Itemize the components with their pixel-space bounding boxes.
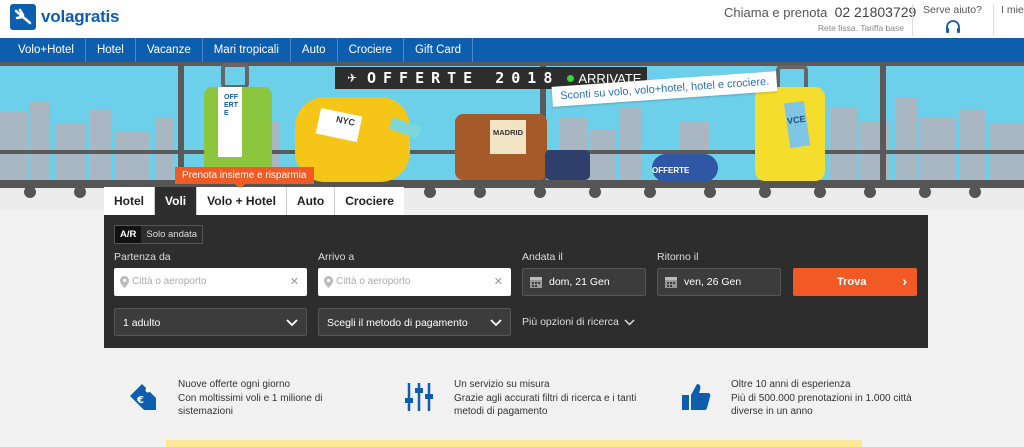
svg-text:€: € <box>136 395 144 406</box>
nav-vacanze[interactable]: Vacanze <box>136 38 203 62</box>
return-date-value: ven, 26 Gen <box>684 276 742 288</box>
sliders-icon <box>405 383 433 411</box>
trip-type-toggle: A/R Solo andata <box>114 225 204 244</box>
my-account-link[interactable]: I miei <box>993 4 1024 36</box>
departure-input[interactable]: Città o aeroporto ✕ <box>114 268 307 296</box>
chevron-down-icon <box>286 319 298 327</box>
bag-label: OFFERTE <box>652 166 690 175</box>
help-link[interactable]: Serve aiuto? <box>912 4 992 36</box>
board-text: OFFERTE 2018 <box>367 69 560 87</box>
phone-note: Rete fissa. Tariffa base <box>817 23 904 33</box>
arrival-input[interactable]: Città o aeroporto ✕ <box>318 268 511 296</box>
feature-offers: € Nuove offerte ogni giorno Con moltissi… <box>126 378 323 419</box>
site-header: volagratis Chiama e prenota 02 21803729 … <box>0 0 1024 38</box>
return-date-picker[interactable]: ven, 26 Gen <box>657 268 781 296</box>
nav-gift-card[interactable]: Gift Card <box>404 38 474 62</box>
search-tabs: Hotel Voli Volo + Hotel Auto Crociere <box>104 187 404 215</box>
main-nav: Volo+Hotel Hotel Vacanze Mari tropicali … <box>0 38 1024 62</box>
chevron-down-icon <box>490 319 502 327</box>
thumbs-up-icon <box>682 384 711 410</box>
headset-icon <box>945 20 960 33</box>
outbound-date-picker[interactable]: dom, 21 Gen <box>522 268 646 296</box>
tab-auto[interactable]: Auto <box>286 187 336 215</box>
feature-experience: Oltre 10 anni di esperienza Più di 500.0… <box>679 378 912 419</box>
more-search-options[interactable]: Più opzioni di ricerca <box>522 316 635 328</box>
return-label: Ritorno il <box>657 251 699 263</box>
phone-number[interactable]: 02 21803729 <box>835 4 917 20</box>
clear-icon[interactable]: ✕ <box>290 275 299 288</box>
nav-mari-tropicali[interactable]: Mari tropicali <box>203 38 291 62</box>
feature-experience-title: Oltre 10 anni di esperienza <box>731 379 851 390</box>
departure-label: Partenza da <box>114 251 171 263</box>
logo-plane-icon <box>10 4 36 30</box>
location-pin-icon <box>120 276 129 288</box>
search-button[interactable]: Trova › <box>793 268 917 296</box>
tab-voli[interactable]: Voli <box>155 187 198 215</box>
trip-oneway[interactable]: Solo andata <box>141 226 202 243</box>
chevron-right-icon: › <box>902 273 907 289</box>
help-label: Serve aiuto? <box>923 4 982 16</box>
feature-offers-line2: Con moltissimi voli e 1 milione di <box>178 392 323 404</box>
feature-offers-line3: sistemazioni <box>178 406 234 417</box>
feature-service-title: Un servizio su misura <box>454 379 550 390</box>
logo[interactable]: volagratis <box>10 4 120 30</box>
tab-volo-hotel[interactable]: Volo + Hotel <box>197 187 287 215</box>
feature-experience-line2: Più di 500.000 prenotazioni in 1.000 cit… <box>731 392 912 404</box>
feature-service-line3: metodi di pagamento <box>454 406 548 417</box>
tab-crociere[interactable]: Crociere <box>335 187 404 215</box>
feature-service: Un servizio su misura Grazie agli accura… <box>402 378 636 419</box>
nav-hotel[interactable]: Hotel <box>86 38 136 62</box>
suitcase-label: OFFERTE <box>224 94 238 117</box>
outbound-date-value: dom, 21 Gen <box>549 276 610 288</box>
outbound-label: Andata il <box>522 251 563 263</box>
clear-icon[interactable]: ✕ <box>494 275 503 288</box>
departure-placeholder: Città o aeroporto <box>132 276 207 287</box>
nav-auto[interactable]: Auto <box>291 38 338 62</box>
feature-experience-line3: diverse in un anno <box>731 406 813 417</box>
location-pin-icon <box>324 276 333 288</box>
search-button-label: Trova <box>837 276 867 288</box>
search-panel: A/R Solo andata Partenza da Città o aero… <box>104 215 928 348</box>
phone-contact[interactable]: Chiama e prenota 02 21803729 Rete fissa.… <box>724 4 916 33</box>
status-dot-icon <box>567 74 575 82</box>
payment-select[interactable]: Scegli il metodo di pagamento <box>318 308 511 336</box>
bottom-banner-strip <box>166 440 862 447</box>
calendar-icon <box>665 277 677 288</box>
phone-label: Chiama e prenota <box>724 5 828 20</box>
feature-offers-title: Nuove offerte ogni giorno <box>178 379 291 390</box>
bundle-badge: Prenota insieme e risparmia <box>175 167 314 189</box>
trip-roundtrip[interactable]: A/R <box>115 226 142 243</box>
calendar-icon <box>530 277 542 288</box>
arrival-label: Arrivo a <box>318 251 355 263</box>
feature-service-line2: Grazie agli accurati filtri di ricerca e… <box>454 392 637 404</box>
arrival-placeholder: Città o aeroporto <box>336 276 411 287</box>
tag-madrid: MADRID <box>493 128 523 137</box>
passengers-value: 1 adulto <box>123 317 161 329</box>
nav-volo-hotel[interactable]: Volo+Hotel <box>0 38 86 62</box>
nav-crociere[interactable]: Crociere <box>338 38 405 62</box>
passengers-select[interactable]: 1 adulto <box>114 308 307 336</box>
chevron-down-icon <box>624 319 635 326</box>
payment-value: Scegli il metodo di pagamento <box>327 317 468 329</box>
more-options-label: Più opzioni di ricerca <box>522 316 619 328</box>
tab-hotel[interactable]: Hotel <box>104 187 155 215</box>
logo-text: volagratis <box>41 7 120 26</box>
price-tag-icon: € <box>130 384 156 410</box>
plane-icon: ✈ <box>346 71 358 85</box>
